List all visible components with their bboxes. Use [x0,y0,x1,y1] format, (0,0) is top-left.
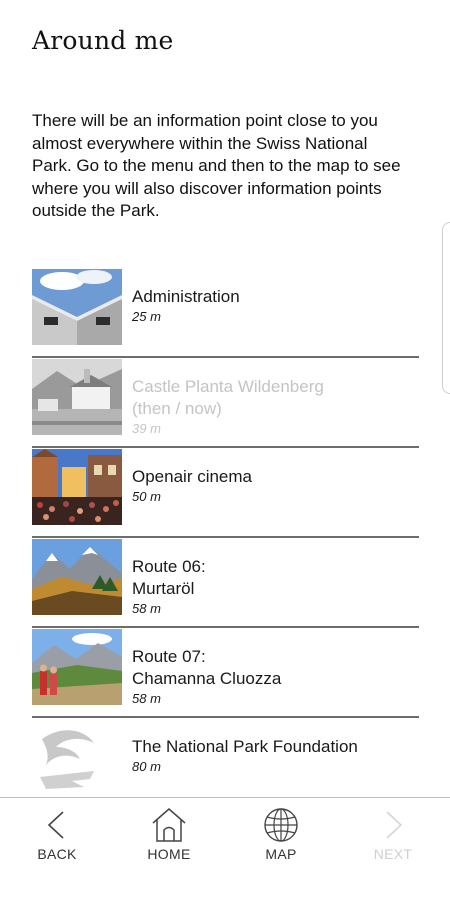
mountain-thumbnail [32,539,122,615]
next-button[interactable]: NEXT [353,806,433,870]
list-item-national-park-foundation[interactable]: The National Park Foundation 80 m [32,718,419,808]
back-button[interactable]: BACK [17,806,97,870]
chevron-right-icon [386,811,403,839]
home-label: HOME [147,846,191,862]
scroll-handle[interactable] [442,222,450,394]
page-title: Around me [32,26,174,55]
hikers-thumbnail [32,629,122,705]
item-name: Route 06: Murtaröl [132,557,206,598]
item-distance: 25 m [132,309,161,324]
list-item-route-07[interactable]: Route 07: Chamanna Cluozza 58 m [32,628,419,718]
list-item-administration[interactable]: Administration 25 m [32,268,419,358]
list-item-openair-cinema[interactable]: Openair cinema 50 m [32,448,419,538]
item-name: Administration [132,287,240,306]
home-icon [152,808,186,842]
item-name: The National Park Foundation [132,737,358,756]
back-label: BACK [37,846,77,862]
home-button[interactable]: HOME [129,806,209,870]
map-label: MAP [265,846,297,862]
item-distance: 80 m [132,759,161,774]
map-button[interactable]: MAP [241,806,321,870]
foundation-logo [32,719,122,795]
globe-icon [264,808,298,842]
item-distance: 58 m [132,601,161,616]
item-name: Route 07: Chamanna Cluozza [132,647,282,688]
item-distance: 50 m [132,489,161,504]
item-name: Castle Planta Wildenberg (then / now) [132,377,324,418]
item-name: Openair cinema [132,467,253,486]
intro-text: There will be an information point close… [32,111,401,220]
item-distance: 39 m [132,421,161,436]
item-distance: 58 m [132,691,161,706]
cinema-thumbnail [32,449,122,525]
list-item-castle[interactable]: Castle Planta Wildenberg (then / now) 39… [32,358,419,448]
info-point-list: Administration 25 m Castle Planta Wilden… [32,268,419,808]
chevron-left-icon [47,811,64,839]
next-label: NEXT [373,846,413,862]
bottom-nav: BACK HOME MAP NEXT [0,797,450,900]
castle-thumbnail [32,359,122,435]
building-thumbnail [32,269,122,345]
list-item-route-06[interactable]: Route 06: Murtaröl 58 m [32,538,419,628]
